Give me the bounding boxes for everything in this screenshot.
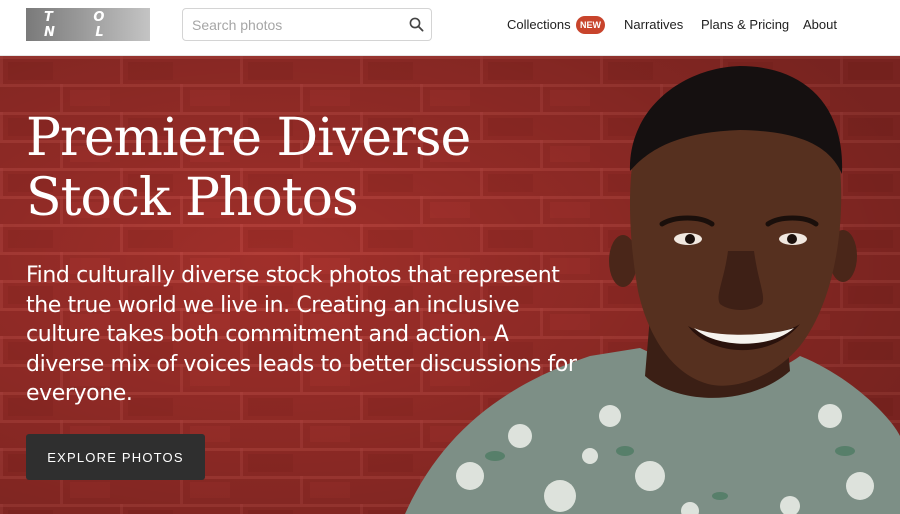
search-input[interactable]	[183, 9, 398, 40]
nav-plans-pricing[interactable]: Plans & Pricing	[701, 17, 789, 32]
new-badge: NEW	[576, 16, 605, 34]
hero-section: Premiere Diverse Stock Photos Find cultu…	[0, 56, 900, 514]
search-icon[interactable]	[409, 17, 424, 32]
hero-title-line-2: Stock Photos	[26, 168, 359, 228]
hero-description: Find culturally diverse stock photos tha…	[26, 263, 577, 406]
nav-narratives[interactable]: Narratives	[624, 17, 683, 32]
nav-about[interactable]: About	[803, 17, 837, 32]
site-header: T O N L Collections NEW Narratives Plans…	[0, 0, 900, 56]
hero-title: Premiere Diverse Stock Photos	[26, 108, 586, 228]
nav-collections[interactable]: Collections	[507, 17, 571, 32]
search-box[interactable]	[182, 8, 432, 41]
hero-title-line-1: Premiere Diverse	[26, 108, 471, 168]
logo-text: T O N L	[44, 9, 123, 40]
explore-photos-button[interactable]: EXPLORE PHOTOS	[26, 434, 205, 480]
tonl-logo[interactable]: T O N L	[26, 8, 150, 41]
